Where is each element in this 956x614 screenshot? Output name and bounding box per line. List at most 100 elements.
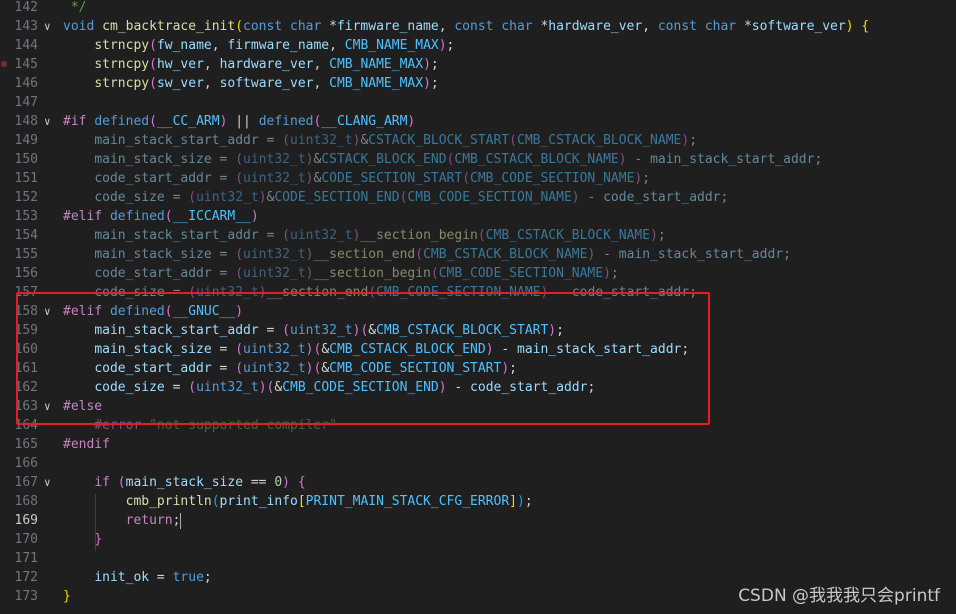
code-token: #elif xyxy=(63,209,110,224)
code-token: ) xyxy=(603,266,611,281)
code-text[interactable]: cmb_println(print_info[PRINT_MAIN_STACK_… xyxy=(63,492,533,511)
code-text[interactable]: strncpy(fw_name, firmware_name, CMB_NAME… xyxy=(63,36,454,55)
code-line[interactable]: 171 xyxy=(0,549,956,568)
code-token: uint32_t xyxy=(243,266,306,281)
code-line[interactable]: 153 #elif defined(__ICCARM__) xyxy=(0,207,956,226)
code-text[interactable]: strncpy(sw_ver, software_ver, CMB_NAME_M… xyxy=(63,74,438,93)
line-number: 171 xyxy=(14,551,38,566)
code-line[interactable]: 156 code_start_addr = (uint32_t)__sectio… xyxy=(0,264,956,283)
code-token: ) xyxy=(407,114,416,129)
code-token: ; xyxy=(172,513,181,528)
code-token: print_info xyxy=(219,494,298,509)
watermark: CSDN @我我我只会printf xyxy=(738,586,940,606)
code-token: = xyxy=(164,190,189,205)
code-line[interactable]: 142 */ xyxy=(0,0,956,17)
code-token: ( xyxy=(282,228,290,243)
code-line[interactable]: 150 main_stack_size = (uint32_t)&CSTACK_… xyxy=(0,150,956,169)
code-token: ; xyxy=(203,570,212,585)
code-token: ) xyxy=(258,190,267,205)
code-line[interactable]: 152 code_size = (uint32_t)&CODE_SECTION_… xyxy=(0,188,956,207)
code-token: , xyxy=(313,57,330,72)
code-text[interactable]: main_stack_start_addr = (uint32_t)__sect… xyxy=(63,226,665,245)
code-token: main_stack_start_addr xyxy=(618,247,784,262)
code-line[interactable]: 148 ∨ #if defined(__CC_ARM) || defined(__C… xyxy=(0,112,956,131)
code-line[interactable]: 166 xyxy=(0,454,956,473)
code-text[interactable]: #endif xyxy=(63,435,110,454)
code-text[interactable]: code_start_addr = (uint32_t)&CODE_SECTIO… xyxy=(63,169,650,188)
code-token: #if xyxy=(63,114,95,129)
code-editor[interactable]: 142 */143 ∨ void cm_backtrace_init(const c… xyxy=(0,0,956,614)
code-token: ; xyxy=(783,247,791,262)
code-token: firmware_name xyxy=(336,19,439,34)
line-number: 169 xyxy=(14,513,38,528)
line-number: 153 xyxy=(14,209,38,224)
code-text[interactable]: main_stack_size = (uint32_t)__section_en… xyxy=(63,245,791,264)
code-text[interactable]: init_ok = true; xyxy=(63,568,212,587)
code-text[interactable]: code_start_addr = (uint32_t)__section_be… xyxy=(63,264,618,283)
code-text[interactable]: code_size = (uint32_t)&CODE_SECTION_END(… xyxy=(63,188,728,207)
code-token: __CC_ARM xyxy=(156,114,220,129)
line-number: 155 xyxy=(14,247,38,262)
code-token: = xyxy=(149,570,173,585)
code-line[interactable]: 165 #endif xyxy=(0,435,956,454)
code-text[interactable]: #if defined(__CC_ARM) || defined(__CLANG… xyxy=(63,112,415,131)
code-line[interactable]: 144 strncpy(fw_name, firmware_name, CMB_… xyxy=(0,36,956,55)
fold-chevron-icon[interactable]: ∨ xyxy=(44,473,58,492)
code-token: - xyxy=(595,247,619,262)
code-token: cm_backtrace_init xyxy=(102,19,236,34)
code-token: #endif xyxy=(63,437,110,452)
code-line[interactable]: 154 main_stack_start_addr = (uint32_t)__… xyxy=(0,226,956,245)
code-line[interactable]: 169 return; xyxy=(0,511,956,530)
code-token: ( xyxy=(415,247,424,262)
code-text[interactable]: #elif defined(__ICCARM__) xyxy=(63,207,259,226)
code-line[interactable]: 146 strncpy(sw_ver, software_ver, CMB_NA… xyxy=(0,74,956,93)
code-token: [ xyxy=(297,494,306,509)
code-line[interactable]: 155 main_stack_size = (uint32_t)__sectio… xyxy=(0,245,956,264)
code-token: ( xyxy=(188,190,197,205)
code-token: hardware_ver xyxy=(219,57,314,72)
code-token: ( xyxy=(117,475,126,490)
code-token: CODE_SECTION_END xyxy=(274,190,400,205)
code-token: uint32_t xyxy=(243,247,306,262)
code-token: const char xyxy=(243,19,330,34)
code-line[interactable]: 168 cmb_println(print_info[PRINT_MAIN_ST… xyxy=(0,492,956,511)
code-line[interactable]: 151 code_start_addr = (uint32_t)&CODE_SE… xyxy=(0,169,956,188)
code-line[interactable]: 143 ∨ void cm_backtrace_init(const char *f… xyxy=(0,17,956,36)
code-token: hw_ver xyxy=(156,57,204,72)
code-text[interactable]: return; xyxy=(63,511,182,530)
code-token: = xyxy=(258,133,283,148)
code-token: strncpy xyxy=(94,38,150,53)
fold-chevron-icon[interactable]: ∨ xyxy=(44,112,58,131)
code-token: ; xyxy=(524,494,533,509)
code-text[interactable]: } xyxy=(63,530,102,549)
code-token: ) xyxy=(571,190,580,205)
code-token: } xyxy=(63,589,71,604)
code-line[interactable]: 147 xyxy=(0,93,956,112)
code-line[interactable]: 149 main_stack_start_addr = (uint32_t)&C… xyxy=(0,131,956,150)
code-text[interactable]: strncpy(hw_ver, hardware_ver, CMB_NAME_M… xyxy=(63,55,438,74)
code-text[interactable]: if (main_stack_size == 0) { xyxy=(63,473,305,492)
code-text[interactable]: main_stack_start_addr = (uint32_t)&CSTAC… xyxy=(63,131,697,150)
code-token: { xyxy=(861,19,870,34)
code-token: uint32_t xyxy=(243,171,306,186)
code-text[interactable]: } xyxy=(63,587,71,606)
fold-chevron-icon[interactable]: ∨ xyxy=(44,17,58,36)
code-text[interactable]: */ xyxy=(63,0,87,17)
code-line[interactable]: 145 strncpy(hw_ver, hardware_ver, CMB_NA… xyxy=(0,55,956,74)
code-text[interactable]: void cm_backtrace_init(const char *firmw… xyxy=(63,17,869,36)
code-line[interactable]: 167 ∨ if (main_stack_size == 0) { xyxy=(0,473,956,492)
code-token: defined xyxy=(109,209,165,224)
code-token: main_stack_start_addr xyxy=(94,133,259,148)
code-token: ( xyxy=(235,152,244,167)
code-token: CMB_CSTACK_BLOCK_NAME xyxy=(517,133,682,148)
code-line[interactable]: 170 } xyxy=(0,530,956,549)
line-number: 168 xyxy=(14,494,38,509)
code-token: CMB_NAME_MAX xyxy=(329,57,424,72)
code-token: = xyxy=(211,247,236,262)
line-number: 149 xyxy=(14,133,38,148)
code-text[interactable]: main_stack_size = (uint32_t)&CSTACK_BLOC… xyxy=(63,150,822,169)
